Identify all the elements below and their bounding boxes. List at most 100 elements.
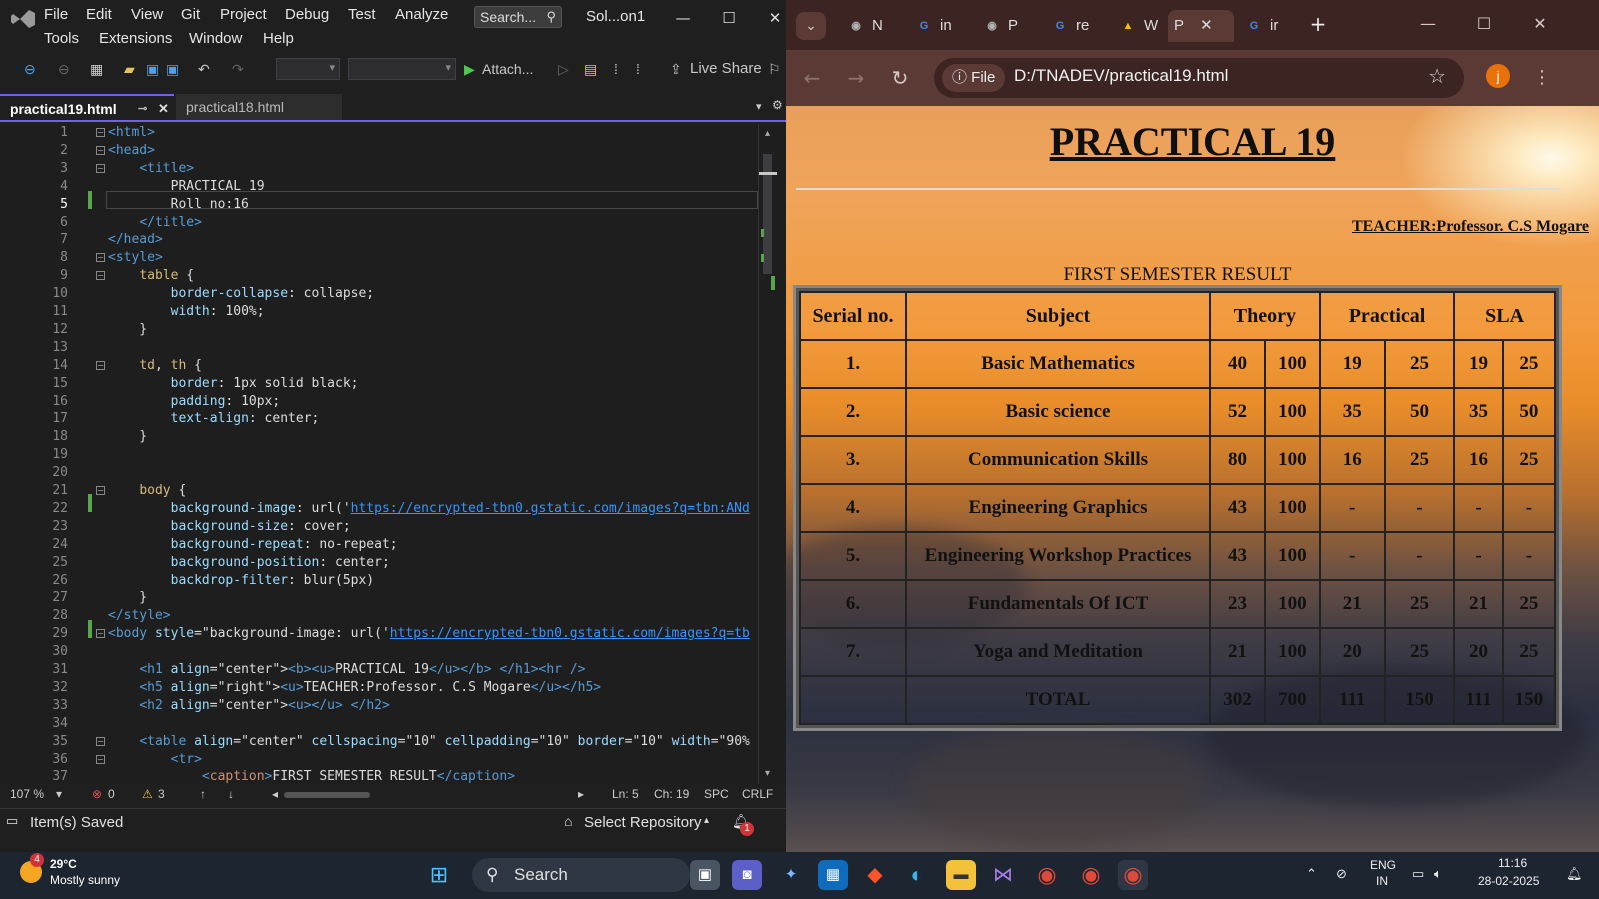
bookmark-star-icon[interactable]: ☆ (1428, 64, 1446, 88)
attach-button[interactable]: Attach... (482, 58, 533, 80)
teams-icon[interactable]: ◙ (732, 860, 762, 890)
display-icon[interactable]: ▭ (1412, 866, 1424, 882)
code-line[interactable]: td, th { (108, 357, 202, 375)
forward-nav-icon[interactable]: ⊖ (58, 58, 70, 80)
error-icon[interactable]: ⊗ (92, 787, 102, 801)
menu-edit[interactable]: Edit (86, 6, 112, 23)
fold-toggle-icon[interactable]: − (96, 128, 105, 137)
visual-studio-taskbar-icon[interactable]: ⋈ (988, 860, 1018, 890)
feedback-icon[interactable]: ⚐ (768, 58, 781, 80)
fold-toggle-icon[interactable]: − (96, 486, 105, 495)
pin-icon[interactable]: ⊸ (138, 96, 147, 122)
tab-practical19[interactable]: practical19.html ⊸ ✕ (0, 94, 174, 120)
code-editor[interactable]: 1 2 3 4 5 6 7 8 9 10 11 12 13 14 15 16 17 18 19 20 21 22 23 24 2… (0, 124, 786, 784)
store-icon[interactable]: ▦ (818, 860, 848, 890)
fold-toggle-icon[interactable]: − (96, 145, 105, 155)
forward-icon[interactable]: → (842, 64, 870, 92)
save-all-icon[interactable]: ▣ (166, 58, 179, 80)
previous-issue-icon[interactable]: ↑ (200, 787, 206, 801)
live-share-button[interactable]: Live Share (690, 58, 762, 80)
code-line[interactable]: <caption>FIRST SEMESTER RESULT</caption> (108, 768, 515, 784)
code-line[interactable]: body { (108, 482, 186, 500)
menu-project[interactable]: Project (220, 6, 267, 23)
h-scroll-right-icon[interactable]: ▸ (578, 787, 584, 801)
code-line[interactable]: <tr> (108, 751, 202, 769)
horizontal-scroll-thumb[interactable] (284, 792, 370, 798)
scroll-up-icon[interactable]: ▴ (765, 128, 770, 139)
menu-git[interactable]: Git (181, 6, 200, 23)
code-line[interactable]: background-position: center; (108, 554, 390, 572)
code-line[interactable]: <style> (108, 249, 163, 267)
code-line[interactable]: <title> (108, 160, 194, 178)
code-line[interactable]: PRACTICAL 19 (108, 178, 265, 196)
step-icon[interactable]: ⁞ (614, 58, 618, 80)
warning-count[interactable]: 3 (158, 787, 165, 801)
code-line[interactable]: text-align: center; (108, 410, 320, 428)
show-hidden-icons[interactable]: ⌃ (1306, 866, 1317, 882)
back-nav-icon[interactable]: ⊖ (24, 58, 36, 80)
browser-tab[interactable]: Gre (1038, 10, 1098, 42)
chrome-icon[interactable]: ◉ (1032, 860, 1062, 890)
browser-tab[interactable]: P ✕ (1168, 10, 1234, 42)
browser-tab[interactable]: Gin (902, 10, 962, 42)
zoom-level[interactable]: 107 % (10, 787, 44, 801)
code-line[interactable]: </style> (108, 607, 171, 625)
chrome-active-icon[interactable]: ◉ (1118, 860, 1148, 890)
language-region[interactable]: IN (1376, 874, 1388, 888)
profile-avatar[interactable]: j (1486, 64, 1510, 88)
fold-toggle-icon[interactable]: − (96, 736, 105, 746)
gear-icon[interactable]: ⚙ (772, 98, 783, 112)
start-icon[interactable]: ▶ (464, 58, 475, 80)
select-repository-button[interactable]: Select Repository (584, 814, 702, 831)
code-line[interactable]: Roll no:16 (108, 196, 249, 214)
code-line[interactable]: <head> (108, 142, 155, 160)
code-line[interactable]: backdrop-filter: blur(5px) (108, 572, 375, 590)
save-icon[interactable]: ▣ (146, 58, 159, 80)
menu-view[interactable]: View (131, 6, 163, 23)
vertical-scrollbar[interactable]: ▴ ▾ (758, 124, 777, 784)
code-line[interactable]: <html> (108, 124, 155, 142)
fold-toggle-icon[interactable]: − (96, 271, 105, 281)
more-menu-icon[interactable]: ⋮ (1528, 64, 1556, 92)
tab-list-dropdown-icon[interactable]: ▾ (756, 100, 762, 113)
copilot-icon[interactable]: ✦ (776, 860, 806, 890)
live-share-icon[interactable]: ⇪ (670, 58, 682, 80)
clock-date[interactable]: 28-02-2025 (1478, 874, 1539, 888)
browser-minimize-icon[interactable]: — (1414, 10, 1442, 38)
browser-tab[interactable]: ◉ P (970, 10, 1030, 42)
fold-toggle-icon[interactable]: − (96, 253, 105, 263)
brave-icon[interactable]: ◆ (860, 860, 890, 890)
fold-toggle-icon[interactable]: − (96, 629, 105, 639)
error-count[interactable]: 0 (108, 787, 115, 801)
warning-icon[interactable]: ⚠ (142, 787, 153, 801)
task-view-icon[interactable]: ▣ (690, 860, 720, 890)
fold-toggle-icon[interactable]: − (96, 360, 105, 370)
maximize-icon[interactable]: ☐ (714, 6, 744, 30)
site-info-chip[interactable]: ⓘ File (942, 64, 1006, 92)
whitespace-indicator[interactable]: SPC (704, 787, 729, 801)
undo-icon[interactable]: ↶ (198, 58, 210, 80)
close-tab-icon[interactable]: ✕ (158, 96, 169, 122)
menu-file[interactable]: File (44, 6, 68, 23)
chrome-profile-icon[interactable]: ◉ (1076, 860, 1106, 890)
code-line[interactable]: } (108, 428, 147, 446)
minimize-icon[interactable]: — (668, 6, 698, 30)
menu-test[interactable]: Test (348, 6, 376, 23)
reload-icon[interactable]: ↻ (886, 64, 914, 92)
code-line[interactable]: padding: 10px; (108, 393, 281, 411)
taskbar-search[interactable]: ⚲ Search (472, 858, 690, 892)
browser-maximize-icon[interactable]: ☐ (1470, 10, 1498, 38)
browser-tab[interactable]: ◉ N (834, 10, 894, 42)
code-line[interactable]: } (108, 321, 147, 339)
config-dropdown[interactable] (276, 58, 340, 80)
tab-search-icon[interactable]: ⌄ (796, 12, 826, 40)
start-without-debug-icon[interactable]: ▷ (558, 58, 569, 80)
browse-icon[interactable]: ▤ (584, 58, 597, 80)
back-icon[interactable]: ← (798, 64, 826, 92)
menu-tools[interactable]: Tools (44, 30, 79, 47)
column-indicator[interactable]: Ch: 19 (654, 787, 689, 801)
code-line[interactable]: width: 100%; (108, 303, 265, 321)
code-line[interactable]: } (108, 589, 147, 607)
menu-extensions[interactable]: Extensions (99, 30, 172, 47)
code-line[interactable]: <table align="center" cellspacing="10" c… (108, 733, 750, 751)
